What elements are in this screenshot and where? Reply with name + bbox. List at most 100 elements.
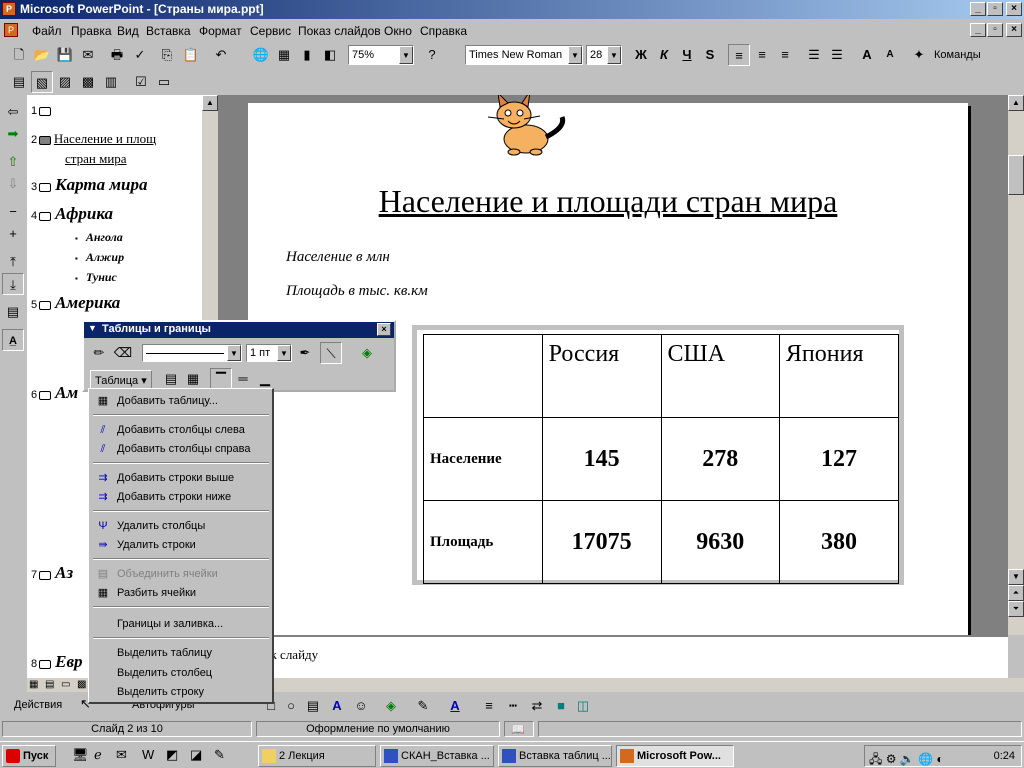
print-icon[interactable]: 🖶 (106, 44, 128, 66)
slide-title[interactable]: Население и площади стран мира (248, 183, 968, 220)
demote-icon[interactable]: ➡ (2, 123, 24, 145)
table-cell[interactable]: 127 (778, 417, 900, 501)
menu-view[interactable]: Вид (117, 24, 139, 38)
new-slide-icon[interactable]: ▤ (8, 71, 30, 93)
border-width-combo[interactable]: 1 пт ▼ (246, 344, 292, 362)
menu-insert-columns-left[interactable]: ⫽ Добавить столбцы слева (91, 421, 271, 440)
table-cell[interactable]: 9630 (660, 500, 780, 584)
expand-all-icon[interactable]: ⤓ (2, 273, 24, 295)
scroll-up-icon[interactable]: ▲ (1008, 95, 1024, 111)
expand-plus-icon[interactable]: + (2, 223, 24, 245)
show-formatting-icon[interactable]: A̲ (2, 329, 24, 351)
menu-tools[interactable]: Сервис (250, 24, 291, 38)
maximize-button[interactable]: ▫ (987, 2, 1003, 16)
commands-button[interactable]: Команды (934, 49, 981, 61)
help-icon[interactable]: ? (421, 44, 443, 66)
task-lecture[interactable]: 2 Лекция (258, 745, 376, 767)
menu-insert-rows-above[interactable]: ⇉ Добавить строки выше (91, 469, 271, 488)
table-header-cell[interactable]: Япония (778, 334, 900, 418)
line-color-icon[interactable]: ✎ (412, 695, 434, 717)
expand-icon[interactable]: ▩ (77, 71, 99, 93)
textbox-icon[interactable]: ▤ (302, 695, 324, 717)
menu-select-table[interactable]: Выделить таблицу (91, 644, 271, 663)
powerpoint-icon[interactable]: P (2, 2, 16, 16)
move-down-icon[interactable]: ⇩ (2, 173, 24, 195)
menu-format[interactable]: Формат (199, 24, 242, 38)
menu-file[interactable]: Файл (32, 24, 62, 38)
menu-insert-table[interactable]: ▦ Добавить таблицу... (91, 392, 271, 411)
outlook-icon[interactable]: ✉ (116, 747, 127, 763)
table-cell[interactable]: 145 (541, 417, 662, 501)
font-combo[interactable]: Times New Roman ▼ (465, 45, 583, 65)
fill-color-icon[interactable]: ◈ (380, 695, 402, 717)
increase-font-icon[interactable]: A (856, 44, 878, 66)
outline-slide-1[interactable]: 1 (31, 105, 52, 117)
menu-merge-cells[interactable]: ▤ Объединить ячейки (91, 565, 271, 584)
grayscale-icon[interactable]: ◧ (319, 44, 341, 66)
collapse-minus-icon[interactable]: − (2, 201, 24, 223)
doc-minimize-button[interactable]: _ (970, 23, 986, 37)
collapse-icon[interactable]: ▥ (100, 71, 122, 93)
scroll-up-icon[interactable]: ▲ (202, 95, 218, 111)
notes-pane[interactable]: Заметки к слайду (218, 635, 1008, 678)
scroll-down-icon[interactable]: ▼ (1008, 569, 1024, 585)
border-style-combo[interactable]: ▼ (142, 344, 242, 362)
clipart-icon[interactable]: ☺ (350, 695, 372, 717)
font-color-icon[interactable]: A (444, 695, 466, 717)
line-style-icon[interactable]: ≡ (478, 695, 500, 717)
checklist-icon[interactable]: ☑ (130, 71, 152, 93)
table-cell[interactable]: 17075 (541, 500, 662, 584)
ie-icon[interactable]: ℯ (94, 747, 102, 763)
arrow-style-icon[interactable]: ⇄ (526, 695, 548, 717)
scroll-thumb[interactable] (1008, 155, 1024, 195)
menu-edit[interactable]: Правка (71, 24, 112, 38)
oval-icon[interactable]: ○ (280, 695, 302, 717)
minimize-button[interactable]: _ (970, 2, 986, 16)
menu-window[interactable]: Окно (384, 24, 412, 38)
outline-view-button-icon[interactable]: ▤ (45, 679, 54, 690)
outline-slide-7[interactable]: 7 Аз (31, 563, 73, 583)
open-icon[interactable]: 📂 (31, 44, 53, 66)
table-cell[interactable] (423, 334, 543, 418)
start-button[interactable]: Пуск (2, 745, 56, 767)
table-selection-frame[interactable]: Россия США Япония Население 145 278 127 … (412, 325, 904, 585)
align-left-icon[interactable]: ≡ (728, 44, 750, 66)
undo-icon[interactable]: ↶ (210, 44, 232, 66)
close-icon[interactable]: × (377, 323, 391, 336)
collapse-all-icon[interactable]: ⤒ (2, 251, 24, 273)
quick-launch-icon[interactable]: ✎ (214, 747, 225, 763)
outline-bullet[interactable]: Ангола (75, 230, 123, 245)
dash-style-icon[interactable]: ┅ (502, 695, 524, 717)
bold-button[interactable]: Ж (630, 44, 652, 66)
email-icon[interactable]: ✉ (77, 44, 99, 66)
split-cells-icon[interactable]: ▦ (182, 368, 204, 390)
table-row-label[interactable]: Население (423, 417, 543, 501)
save-icon[interactable]: 💾 (54, 44, 76, 66)
menu-insert[interactable]: Вставка (146, 24, 191, 38)
outline-slide-8[interactable]: 8 Евр (31, 652, 83, 672)
menu-slideshow[interactable]: Показ слайдов (298, 24, 381, 38)
slide-text-area[interactable]: Площадь в тыс. кв.км (286, 283, 428, 300)
outline-slide-6[interactable]: 6 Ам (31, 383, 78, 403)
border-color-icon[interactable]: ✒ (294, 342, 316, 364)
word-icon[interactable]: W (142, 747, 154, 762)
bullets-icon[interactable]: ☰ (826, 44, 848, 66)
underline-button[interactable]: Ч (676, 44, 698, 66)
numbering-icon[interactable]: ☰ (803, 44, 825, 66)
size-combo[interactable]: 28 ▼ (586, 45, 622, 65)
shadow-icon[interactable]: ■ (550, 695, 572, 717)
align-bottom-icon[interactable]: ▁ (254, 368, 276, 390)
merge-cells-icon[interactable]: ▤ (160, 368, 182, 390)
slide-view-icon[interactable]: ▭ (61, 679, 70, 690)
outline-slide-2[interactable]: 2 Население и площ (31, 131, 156, 147)
doc-restore-button[interactable]: ▫ (987, 23, 1003, 37)
close-button[interactable]: × (1006, 2, 1022, 16)
quick-launch-icon[interactable]: ◩ (166, 747, 178, 763)
doc-close-button[interactable]: × (1006, 23, 1022, 37)
outline-slide-4[interactable]: 4 Африка (31, 204, 113, 224)
decrease-font-icon[interactable]: A (879, 44, 901, 66)
hyperlink-icon[interactable]: 🌐 (250, 44, 272, 66)
menu-borders-fill[interactable]: Границы и заливка... (91, 615, 271, 634)
outside-borders-icon[interactable]: ⟍ (320, 342, 342, 364)
italic-button[interactable]: К (653, 44, 675, 66)
